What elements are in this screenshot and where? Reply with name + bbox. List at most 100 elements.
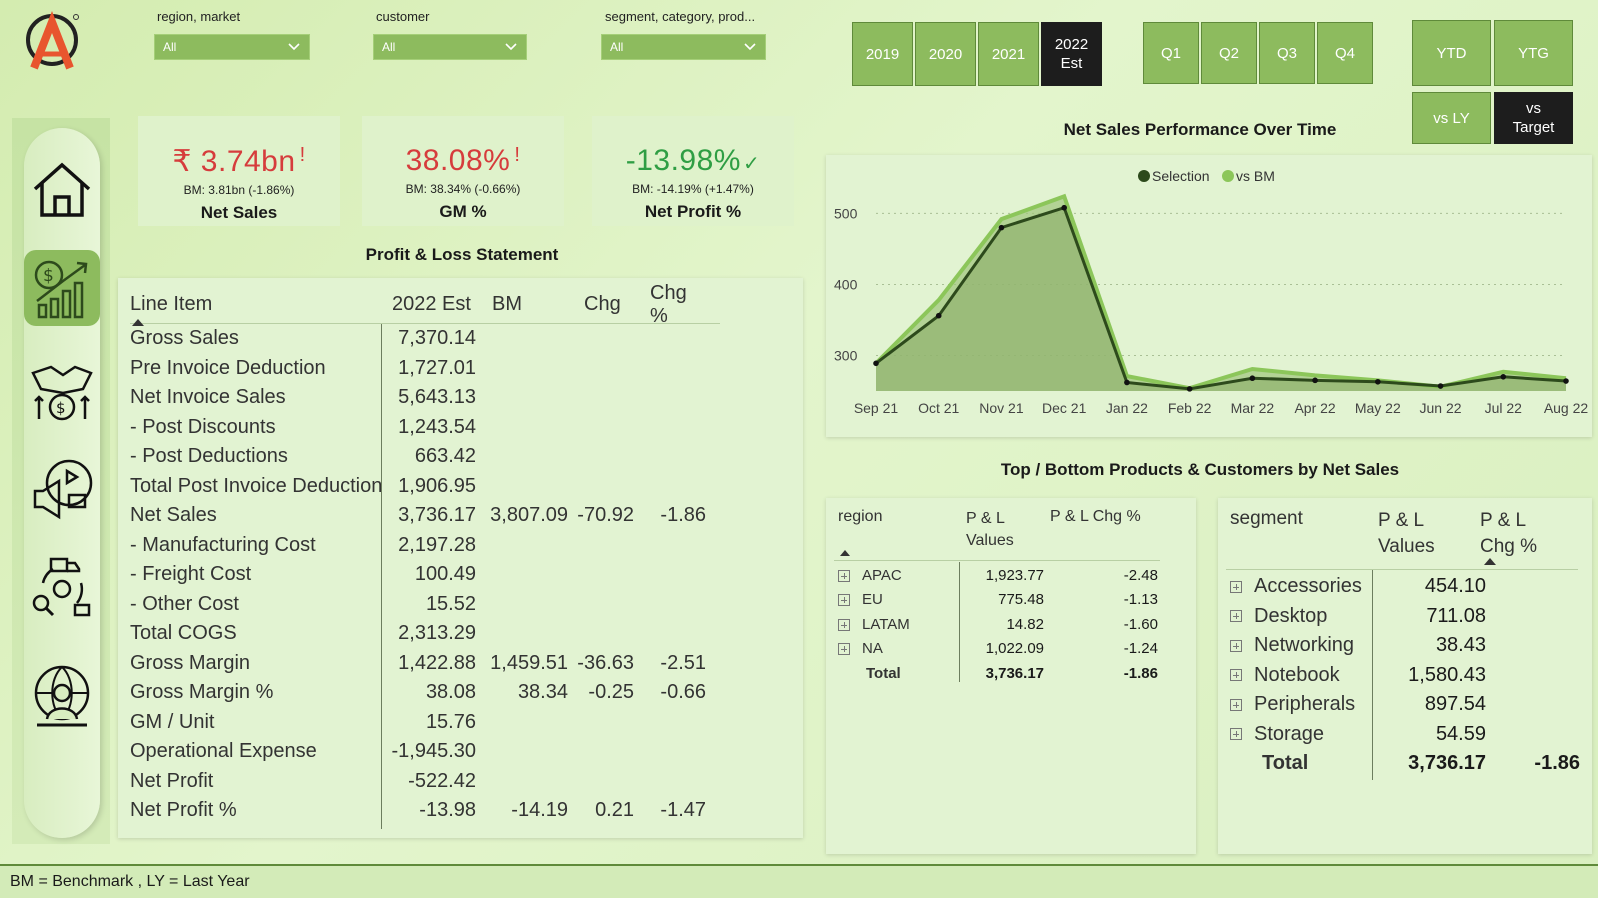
expand-icon[interactable] [1230,698,1242,711]
table-row[interactable]: Notebook 1,580.43 [1230,661,1582,691]
expand-icon[interactable] [1230,669,1242,682]
year-2022-est-button[interactable]: 2022 Est [1041,22,1102,86]
executive-globe-icon[interactable] [24,658,100,734]
table-row[interactable]: Net Sales 3,736.17 3,807.09 -70.92 -1.86 [130,501,720,531]
vs-target-button[interactable]: vs Target [1494,92,1573,144]
region-header-region[interactable]: region [838,508,882,526]
product-filter-dropdown[interactable]: All [601,34,766,60]
segment-name: Notebook [1254,663,1340,686]
table-row[interactable]: - Manufacturing Cost 2,197.28 [130,531,720,561]
quarter-q3-button[interactable]: Q3 [1259,22,1315,84]
segment-value: 711.08 [1426,604,1486,627]
expand-icon[interactable] [1230,610,1242,623]
segment-header-values[interactable]: P & L Values [1378,508,1442,560]
table-row[interactable]: - Other Cost 15.52 [130,590,720,620]
segment-name: Total [1262,752,1309,775]
region-value: 1,022.09 [985,640,1044,658]
vs-ly-button[interactable]: vs LY [1412,92,1491,144]
region-header-values[interactable]: P & L Values [966,508,1030,552]
quarter-q2-button[interactable]: Q2 [1201,22,1257,84]
pl-cell-line-item: - Post Discounts [130,415,276,438]
ytd-button[interactable]: YTD [1412,20,1491,86]
pl-cell-est: 7,370.14 [398,327,476,350]
table-row[interactable]: Peripherals 897.54 [1230,690,1582,720]
expand-icon[interactable] [1230,580,1242,593]
year-2019-button[interactable]: 2019 [852,22,913,86]
table-row[interactable]: Networking 38.43 [1230,631,1582,661]
table-row[interactable]: - Post Deductions 663.42 [130,442,720,472]
kpi-gm-pct-label: GM % [439,202,487,221]
pl-header-line-item[interactable]: Line Item [130,293,384,316]
expand-icon[interactable] [838,569,850,582]
quarter-q4-button[interactable]: Q4 [1317,22,1373,84]
expand-icon[interactable] [1230,639,1242,652]
pl-cell-est: -1,945.30 [391,740,476,763]
table-row[interactable]: APAC 1,923.77 -2.48 [838,563,1164,588]
table-row[interactable]: GM / Unit 15.76 [130,708,720,738]
home-icon[interactable] [24,152,100,228]
table-row[interactable]: Total COGS 2,313.29 [130,619,720,649]
kpi-net-profit-pct: -13.98% ✓ BM: -14.19% (+1.47%) Net Profit… [592,116,794,226]
ytg-button[interactable]: YTG [1494,20,1573,86]
data-point [1124,379,1130,386]
table-row[interactable]: Storage 54.59 [1230,720,1582,750]
expand-icon[interactable] [838,594,850,607]
table-row[interactable]: Gross Margin 1,422.88 1,459.51 -36.63 -2.51 [130,649,720,679]
table-row[interactable]: Gross Margin % 38.08 38.34 -0.25 -0.66 [130,678,720,708]
region-filter: region, market [157,9,240,24]
expand-icon[interactable] [1230,728,1242,741]
segment-header-chg[interactable]: P & L Chg % [1480,508,1544,560]
pl-header-bm[interactable]: BM [480,293,568,316]
table-row[interactable]: Operational Expense -1,945.30 [130,737,720,767]
table-row[interactable]: - Post Discounts 1,243.54 [130,413,720,443]
pl-cell-bm: 38.34 [517,681,568,704]
table-row[interactable]: EU 775.48 -1.13 [838,588,1164,613]
table-row[interactable]: Pre Invoice Deduction 1,727.01 [130,354,720,384]
legend-marker [1138,170,1150,182]
supply-chain-icon[interactable] [24,548,100,624]
quarter-q1-button[interactable]: Q1 [1143,22,1199,84]
expand-icon[interactable] [838,618,850,631]
pl-cell-line-item: - Freight Cost [130,563,252,586]
year-2021-button[interactable]: 2021 [978,22,1039,86]
table-row[interactable]: Net Profit -522.42 [130,767,720,797]
pl-header-chg[interactable]: Chg [568,293,634,316]
region-value: 1,923.77 [985,566,1044,584]
table-row[interactable]: Accessories 454.10 [1230,572,1582,602]
table-row[interactable]: LATAM 14.82 -1.60 [838,612,1164,637]
table-row[interactable]: Total Post Invoice Deduction 1,906.95 [130,472,720,502]
finance-growth-icon[interactable]: $ [24,250,100,326]
segment-value: 38.43 [1435,634,1486,657]
table-row[interactable]: Net Invoice Sales 5,643.13 [130,383,720,413]
segment-header-divider [1226,569,1578,570]
table-row[interactable]: - Freight Cost 100.49 [130,560,720,590]
table-row[interactable]: NA 1,022.09 -1.24 [838,637,1164,662]
region-chg-pct: -2.48 [1123,566,1158,584]
pl-cell-est: 38.08 [425,681,476,704]
region-header-chg[interactable]: P & L Chg % [1050,508,1141,526]
pl-header-chg-pct[interactable]: Chg % [634,282,706,328]
marketing-icon[interactable] [24,450,100,526]
year-2020-button[interactable]: 2020 [915,22,976,86]
series-area-selection [876,207,1566,391]
legend-label: Selection [1152,168,1210,184]
table-row[interactable]: Gross Sales 7,370.14 [130,324,720,354]
table-row[interactable]: Net Profit % -13.98 -14.19 0.21 -1.47 [130,796,720,826]
region-chg-pct: -1.24 [1123,640,1158,658]
handshake-money-icon[interactable]: $ [24,354,100,430]
sort-ascending-icon [132,319,144,326]
segment-chg-pct: -1.86 [1534,752,1580,775]
segment-value: 54.59 [1435,722,1486,745]
region-table-body: APAC 1,923.77 -2.48 EU 775.48 -1.13 LATAM 14.82… [838,563,1164,686]
table-row[interactable]: Desktop 711.08 [1230,602,1582,632]
segment-header-segment[interactable]: segment [1230,508,1303,530]
pl-cell-line-item: Total COGS [130,622,237,645]
x-tick-label: Feb 22 [1168,400,1212,416]
pl-header-est[interactable]: 2022 Est [384,293,480,316]
region-filter-dropdown[interactable]: All [154,34,310,60]
customer-filter-dropdown[interactable]: All [373,34,527,60]
x-tick-label: Nov 21 [979,400,1024,416]
expand-icon[interactable] [838,643,850,656]
segment-table-panel: segment P & L Values P & L Chg % Accesso… [1218,498,1592,854]
segment-value: 3,736.17 [1408,752,1486,775]
